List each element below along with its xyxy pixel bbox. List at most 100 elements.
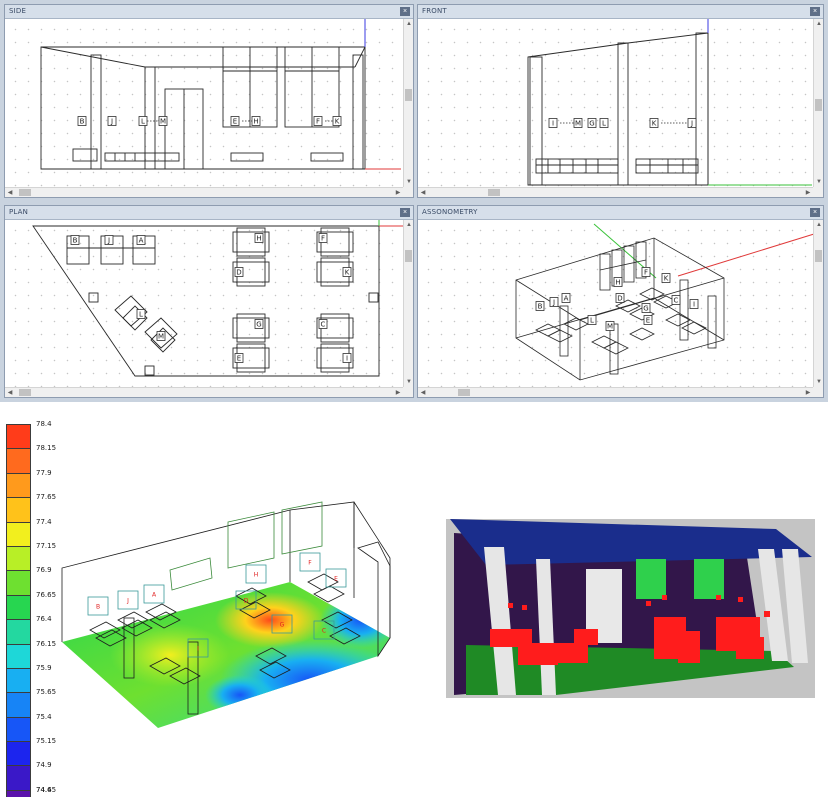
axonometry-viewport[interactable]: ASSONOMETRY × H F K B J A D C G I E L M … xyxy=(417,205,824,398)
floor-temperature-plot: B J A H F E D C G I xyxy=(60,470,410,750)
label-marker-g: G xyxy=(280,622,285,629)
axonometry-horizontal-scrollbar[interactable]: ◀ ▶ xyxy=(418,387,813,397)
label-marker-e: E xyxy=(237,355,241,363)
close-icon[interactable]: × xyxy=(810,208,820,217)
label-marker-k: K xyxy=(335,118,340,126)
front-horizontal-scrollbar[interactable]: ◀ ▶ xyxy=(418,187,813,197)
scroll-left-icon[interactable]: ◀ xyxy=(418,388,428,397)
front-viewport[interactable]: FRONT × I M G L K J ▲ ▼ ◀ ▶ xyxy=(417,4,824,198)
label-marker-j: J xyxy=(126,598,129,605)
label-marker-k: K xyxy=(345,269,350,277)
label-marker-m: M xyxy=(158,333,164,341)
axonometry-canvas[interactable]: H F K B J A D C G I E L M xyxy=(418,220,815,387)
viewport-area: SIDE × B J L M E H F K ▲ ▼ ◀ ▶ FRONT × I… xyxy=(0,0,828,402)
scroll-left-icon[interactable]: ◀ xyxy=(5,388,15,397)
scroll-down-icon[interactable]: ▼ xyxy=(814,377,823,387)
scroll-thumb[interactable] xyxy=(488,189,500,196)
legend-swatch xyxy=(6,424,31,449)
front-vertical-scrollbar[interactable]: ▲ ▼ xyxy=(813,19,823,187)
label-marker-b: B xyxy=(80,118,85,126)
side-horizontal-scrollbar[interactable]: ◀ ▶ xyxy=(5,187,403,197)
legend-row: 76.15 xyxy=(6,640,62,668)
plan-canvas[interactable]: B J A H F D K L M G C E I xyxy=(5,220,403,387)
label-marker-b: B xyxy=(73,237,78,245)
scroll-right-icon[interactable]: ▶ xyxy=(803,188,813,197)
label-marker-d: D xyxy=(244,598,249,605)
legend-swatch xyxy=(6,497,31,522)
label-marker-l: L xyxy=(590,317,594,325)
scroll-thumb[interactable] xyxy=(405,250,412,262)
scroll-thumb[interactable] xyxy=(405,89,412,101)
legend-swatch xyxy=(6,472,31,498)
legend-swatch xyxy=(6,716,31,742)
legend-label: 78.15 xyxy=(36,444,57,453)
legend-scale: 78.4 78.15 77.9 77.65 77.4 77.15 76.9 76.65 76.4… xyxy=(6,420,62,797)
label-marker-b: B xyxy=(538,303,543,311)
floor-temperature-drawing: B J A H F E D C G I xyxy=(61,501,391,728)
label-marker-c: C xyxy=(321,321,326,329)
side-canvas[interactable]: BJLMEHFK xyxy=(5,19,403,187)
legend-swatch xyxy=(6,667,31,693)
scroll-down-icon[interactable]: ▼ xyxy=(404,177,413,187)
side-drawing: BJLMEHFK xyxy=(40,19,401,170)
scroll-thumb[interactable] xyxy=(815,250,822,262)
label-marker-g: G xyxy=(589,120,594,128)
legend-label: 77.15 xyxy=(36,541,57,550)
label-marker-e: E xyxy=(334,576,338,583)
scroll-up-icon[interactable]: ▲ xyxy=(814,19,823,29)
room-window xyxy=(636,559,666,599)
side-vertical-scrollbar[interactable]: ▲ ▼ xyxy=(403,19,413,187)
axonometry-vertical-scrollbar[interactable]: ▲ ▼ xyxy=(813,220,823,387)
legend-label: 75.15 xyxy=(36,737,57,746)
side-viewport[interactable]: SIDE × B J L M E H F K ▲ ▼ ◀ ▶ xyxy=(4,4,414,198)
plan-viewport[interactable]: PLAN × B J A H F D K L M G C E I ▲ ▼ ◀ ▶ xyxy=(4,205,414,398)
resize-corner xyxy=(403,387,413,397)
close-icon[interactable]: × xyxy=(810,7,820,16)
rendered-room-view xyxy=(446,519,815,698)
front-canvas[interactable]: I MGL K J xyxy=(418,19,813,187)
label-marker-j: J xyxy=(690,120,693,128)
plan-vertical-scrollbar[interactable]: ▲ ▼ xyxy=(403,220,413,387)
front-drawing: I MGL K J xyxy=(527,19,812,186)
scroll-thumb[interactable] xyxy=(458,389,470,396)
legend-swatch xyxy=(6,545,31,571)
label-marker-i: I xyxy=(693,301,695,309)
scroll-left-icon[interactable]: ◀ xyxy=(418,188,428,197)
scroll-down-icon[interactable]: ▼ xyxy=(814,177,823,187)
label-marker-i: I xyxy=(346,355,348,363)
plan-horizontal-scrollbar[interactable]: ◀ ▶ xyxy=(5,387,403,397)
legend-row: 75.15 xyxy=(6,737,62,766)
legend-swatch xyxy=(6,643,31,668)
scroll-left-icon[interactable]: ◀ xyxy=(5,188,15,197)
axonometry-viewport-title: ASSONOMETRY xyxy=(422,208,478,216)
legend-label: 75.9 xyxy=(36,663,52,672)
front-viewport-title: FRONT xyxy=(422,7,447,15)
scroll-thumb[interactable] xyxy=(19,189,31,196)
scroll-up-icon[interactable]: ▲ xyxy=(404,19,413,29)
close-icon[interactable]: × xyxy=(400,7,410,16)
label-marker-h: H xyxy=(615,279,620,287)
label-marker-i: I xyxy=(197,646,199,653)
label-marker-a: A xyxy=(139,237,144,245)
scroll-up-icon[interactable]: ▲ xyxy=(404,220,413,230)
scroll-right-icon[interactable]: ▶ xyxy=(803,388,813,397)
legend-row: 74.65 xyxy=(6,786,62,797)
label-marker-c: C xyxy=(674,297,679,305)
legend-label: 75.4 xyxy=(36,712,52,721)
legend-row: 77.65 xyxy=(6,493,62,522)
label-marker-l: L xyxy=(139,311,143,319)
label-marker-l: L xyxy=(602,120,606,128)
legend-label: 74.4 xyxy=(36,786,52,794)
scroll-down-icon[interactable]: ▼ xyxy=(404,377,413,387)
rendered-room-drawing xyxy=(450,519,812,695)
legend-label: 76.15 xyxy=(36,639,57,648)
scroll-up-icon[interactable]: ▲ xyxy=(814,220,823,230)
legend-row: 78.15 xyxy=(6,444,62,473)
scroll-right-icon[interactable]: ▶ xyxy=(393,188,403,197)
label-marker-f: F xyxy=(321,235,325,243)
label-marker-e: E xyxy=(646,317,650,325)
scroll-right-icon[interactable]: ▶ xyxy=(393,388,403,397)
scroll-thumb[interactable] xyxy=(815,99,822,111)
scroll-thumb[interactable] xyxy=(19,389,31,396)
close-icon[interactable]: × xyxy=(400,208,410,217)
